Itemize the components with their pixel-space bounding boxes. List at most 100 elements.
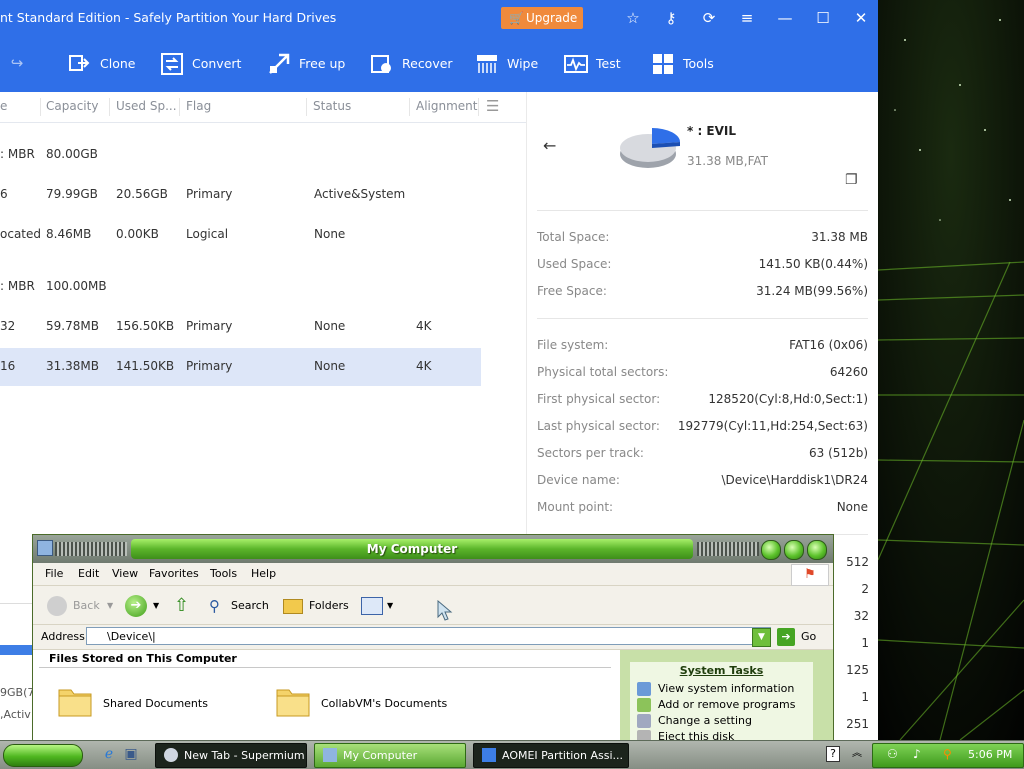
- prop-value: 31.24 MB(99.56%): [756, 284, 868, 298]
- folders-button[interactable]: Folders: [283, 594, 349, 618]
- volume-icon[interactable]: ♪: [913, 747, 921, 761]
- partition-row[interactable]: 32 59.78MB 156.50KB Primary None 4K: [0, 308, 481, 346]
- taskbar-button-supermium[interactable]: New Tab - Supermium: [155, 743, 307, 768]
- prop-key: Free Space:: [537, 284, 607, 298]
- cart-icon: 🛒: [509, 11, 524, 25]
- task-view-system-info[interactable]: View system information: [658, 682, 794, 695]
- cell-status: Active&System: [314, 187, 406, 201]
- prop-value: 128520(Cyl:8,Hd:0,Sect:1): [708, 392, 868, 406]
- menu-view[interactable]: View: [112, 567, 138, 580]
- menu-favorites[interactable]: Favorites: [149, 567, 199, 580]
- network-icon[interactable]: ⚇: [887, 747, 898, 761]
- back-arrow-icon[interactable]: ←: [543, 136, 556, 155]
- cell-used: 0.00KB: [116, 227, 159, 241]
- search-label: Search: [231, 599, 269, 612]
- back-button[interactable]: Back ▼: [47, 594, 117, 618]
- title-grill: [697, 542, 759, 556]
- search-button[interactable]: ⚲ Search: [209, 594, 273, 618]
- partition-row[interactable]: 6 79.99GB 20.56GB Primary Active&System: [0, 176, 481, 214]
- task-change-setting[interactable]: Change a setting: [658, 714, 752, 727]
- column-header-flag[interactable]: Flag: [186, 99, 211, 113]
- convert-label: Convert: [192, 56, 242, 71]
- cell-status: None: [314, 319, 346, 333]
- minimize-button[interactable]: [761, 540, 781, 560]
- clone-icon: [69, 55, 90, 71]
- forward-button[interactable]: ➔ ▼: [125, 594, 165, 618]
- column-header-used[interactable]: Used Sp...: [116, 99, 177, 113]
- column-header-status[interactable]: Status: [313, 99, 351, 113]
- internet-explorer-icon[interactable]: ℯ: [100, 745, 118, 763]
- chevron-down-icon: ▼: [387, 601, 394, 610]
- title-grill: [55, 542, 127, 556]
- address-input[interactable]: \Device\|: [86, 627, 771, 645]
- chevron-down-icon: ▼: [107, 601, 114, 610]
- divider: [537, 210, 868, 211]
- system-tasks-title[interactable]: System Tasks: [630, 664, 813, 677]
- column-divider: [478, 98, 479, 116]
- title-banner: My Computer: [131, 539, 693, 559]
- cell-alignment: 4K: [416, 359, 432, 373]
- windows-explorer-icon[interactable]: ▣: [122, 745, 140, 763]
- views-button[interactable]: ▼: [361, 594, 395, 618]
- refresh-icon[interactable]: ⟳: [697, 7, 721, 29]
- computer-icon[interactable]: [37, 540, 53, 556]
- column-header-capacity[interactable]: Capacity: [46, 99, 98, 113]
- disk-bar[interactable]: [0, 645, 32, 655]
- chevron-up-icon[interactable]: ︽: [848, 745, 866, 763]
- taskbar-button-my-computer[interactable]: My Computer: [314, 743, 466, 768]
- menu-help[interactable]: Help: [251, 567, 276, 580]
- taskbar-button-aomei[interactable]: AOMEI Partition Assi...: [473, 743, 629, 768]
- prop-key: Total Space:: [537, 230, 610, 244]
- table-header: e Capacity Used Sp... Flag Status Alignm…: [0, 92, 526, 123]
- clock[interactable]: 5:06 PM: [968, 748, 1012, 761]
- prop-value: 1: [861, 636, 869, 650]
- partition-row[interactable]: ocated 8.46MB 0.00KB Logical None: [0, 216, 481, 254]
- key-icon[interactable]: ⚷: [659, 7, 683, 29]
- menu-tools[interactable]: Tools: [210, 567, 237, 580]
- column-header-alignment[interactable]: Alignment: [416, 99, 477, 113]
- star-icon[interactable]: ☆: [621, 7, 645, 29]
- close-icon[interactable]: ✕: [849, 7, 873, 29]
- security-icon[interactable]: ⚲: [943, 747, 952, 761]
- task-add-remove-programs[interactable]: Add or remove programs: [658, 698, 796, 711]
- system-tray: ⚇ ♪ ⚲ 5:06 PM: [872, 743, 1024, 768]
- column-header-name[interactable]: e: [0, 99, 7, 113]
- restore-window-icon[interactable]: ❐: [845, 172, 858, 188]
- prop-key: Physical total sectors:: [537, 365, 669, 379]
- close-button[interactable]: [807, 540, 827, 560]
- redo-icon[interactable]: ↪: [5, 52, 29, 74]
- disk-row[interactable]: : MBR 100.00MB: [0, 268, 481, 306]
- my-computer-title-bar[interactable]: My Computer: [33, 535, 833, 563]
- menu-edit[interactable]: Edit: [78, 567, 99, 580]
- help-icon[interactable]: ?: [826, 746, 840, 762]
- disk-row[interactable]: : MBR 80.00GB: [0, 136, 481, 174]
- menu-bar: File Edit View Favorites Tools Help ⚑: [33, 563, 833, 586]
- upgrade-button[interactable]: 🛒 Upgrade: [501, 7, 583, 29]
- task-pane: System Tasks View system information Add…: [620, 650, 833, 741]
- sectors-per-track-row: Sectors per track: 63 (512b): [537, 446, 868, 466]
- pie-chart-icon: [620, 128, 680, 168]
- divider: [537, 318, 868, 319]
- maximize-button[interactable]: [784, 540, 804, 560]
- window-title: nt Standard Edition - Safely Partition Y…: [0, 10, 337, 25]
- menu-file[interactable]: File: [45, 567, 63, 580]
- first-physical-sector-row: First physical sector: 128520(Cyl:8,Hd:0…: [537, 392, 868, 412]
- system-tasks-box: System Tasks View system information Add…: [630, 662, 813, 741]
- cell-flag: Primary: [186, 319, 233, 333]
- menu-icon[interactable]: ≡: [735, 7, 759, 29]
- column-settings-icon[interactable]: ☰: [486, 97, 499, 115]
- maximize-icon[interactable]: ☐: [811, 7, 835, 29]
- cell-name: : MBR: [0, 147, 35, 161]
- physical-total-sectors-row: Physical total sectors: 64260: [537, 365, 868, 385]
- up-folder-icon[interactable]: ⇧: [174, 594, 196, 618]
- standard-toolbar: Back ▼ ➔ ▼ ⇧ ⚲ Search Folders ▼: [33, 586, 833, 625]
- recover-icon: [371, 55, 391, 73]
- start-button[interactable]: [3, 744, 83, 767]
- aomei-icon: [482, 748, 496, 762]
- aomei-title-bar[interactable]: nt Standard Edition - Safely Partition Y…: [0, 0, 878, 36]
- prop-value: 31.38 MB: [811, 230, 868, 244]
- minimize-icon[interactable]: —: [773, 7, 797, 29]
- address-dropdown-icon[interactable]: ▼: [752, 628, 771, 647]
- taskbar-button-label: New Tab - Supermium: [184, 749, 305, 762]
- partition-row-selected[interactable]: 16 31.38MB 141.50KB Primary None 4K: [0, 348, 481, 386]
